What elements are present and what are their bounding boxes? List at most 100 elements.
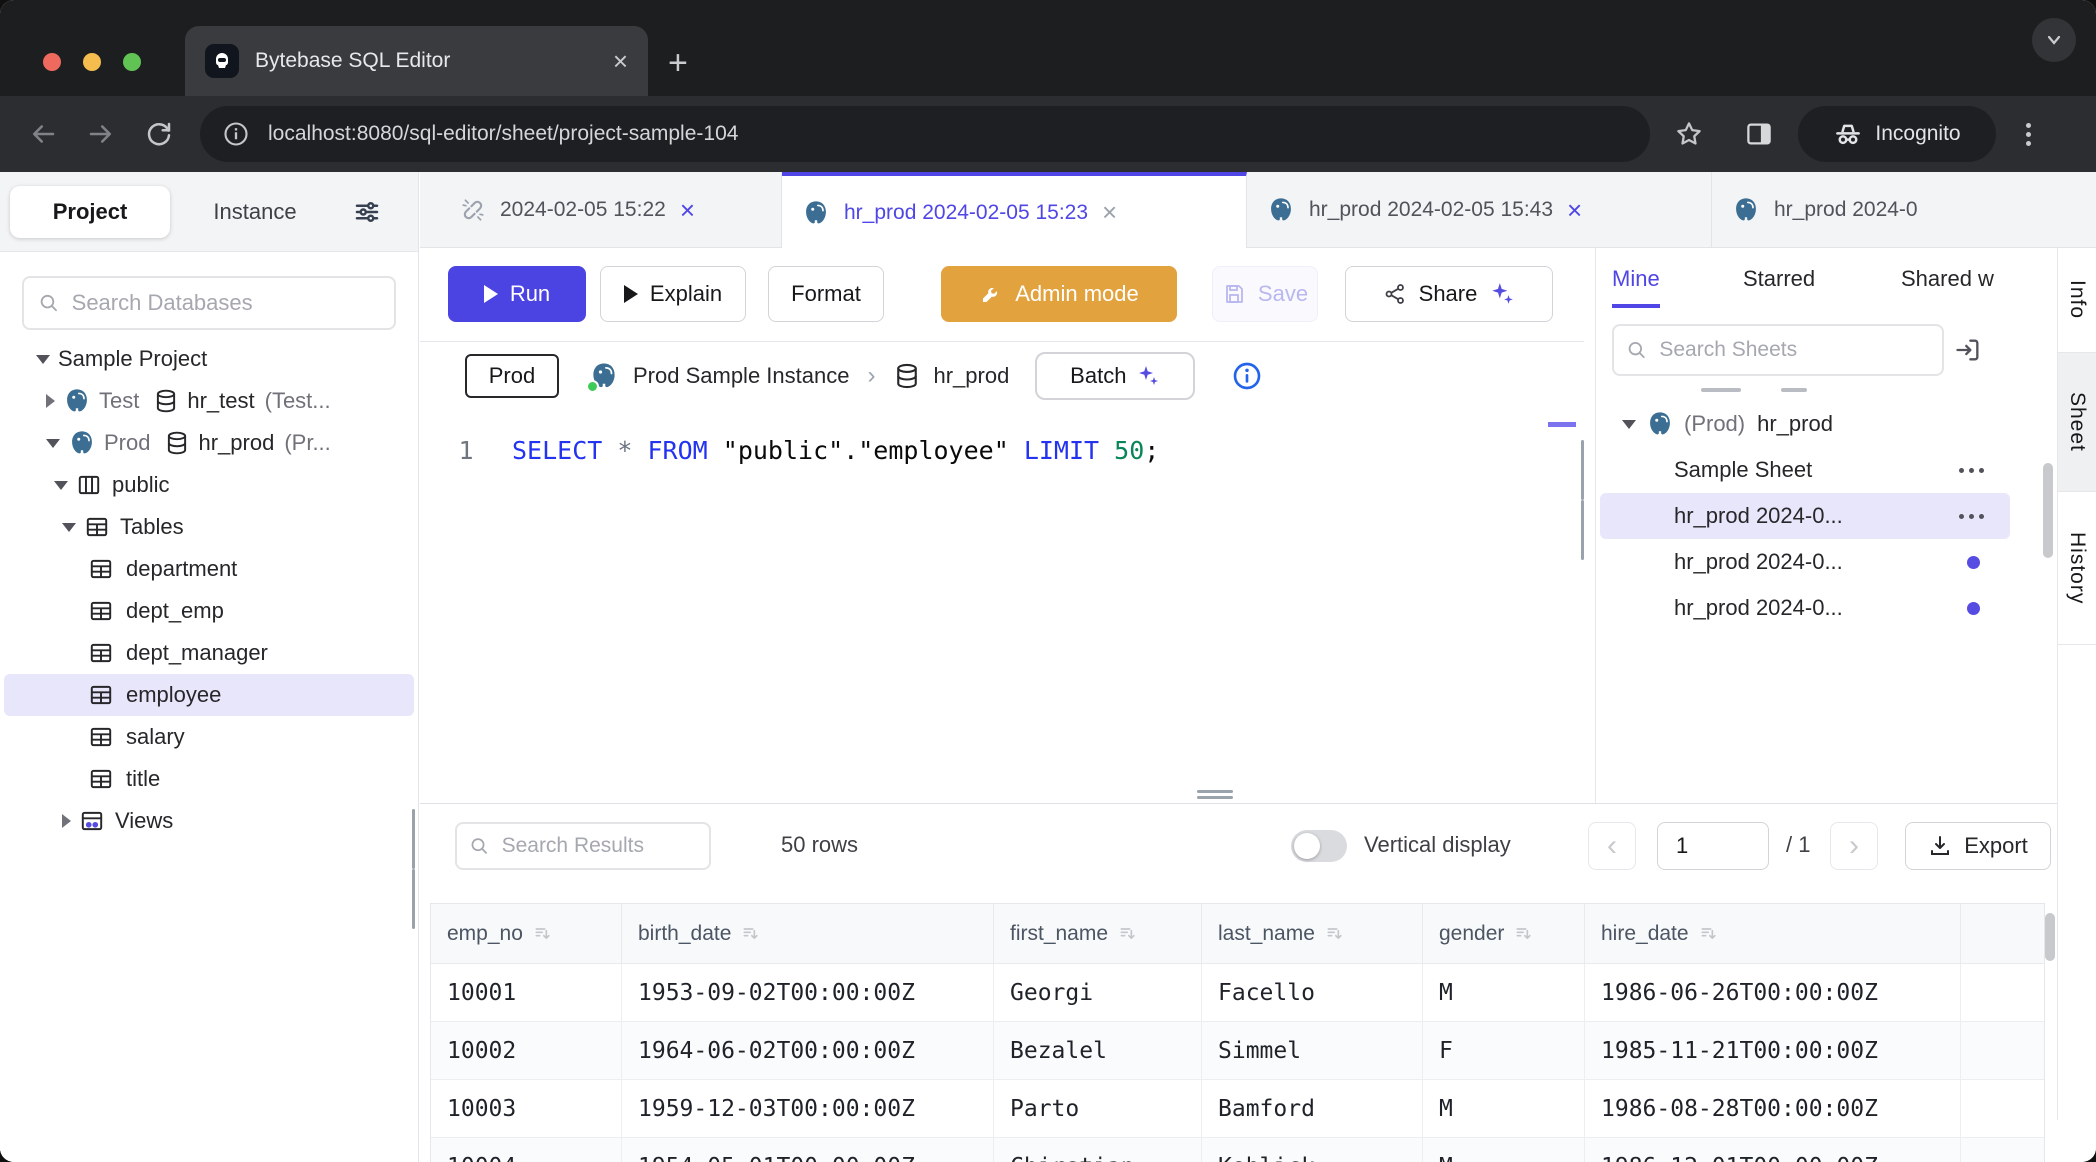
browser-tab[interactable]: Bytebase SQL Editor × (185, 26, 648, 96)
page-number-input[interactable] (1657, 822, 1769, 870)
caret-down-icon[interactable] (46, 439, 60, 448)
caret-right-icon[interactable] (62, 814, 71, 828)
table-cell[interactable]: 1953-09-02T00:00:00Z (622, 964, 994, 1022)
tree-item-table[interactable]: department (0, 548, 418, 590)
filter-sliders-icon[interactable] (352, 197, 382, 227)
column-header[interactable]: emp_no (431, 904, 622, 964)
caret-down-icon[interactable] (54, 481, 68, 490)
export-button[interactable]: Export (1905, 822, 2051, 870)
tab-project[interactable]: Project (10, 186, 170, 238)
results-scrollbar[interactable] (2045, 913, 2055, 961)
sort-icon[interactable] (1325, 924, 1345, 944)
table-cell[interactable]: F (1423, 1022, 1585, 1080)
admin-mode-button[interactable]: Admin mode (941, 266, 1177, 322)
search-results-input[interactable] (502, 834, 697, 858)
sidebar-resize-handle[interactable] (412, 809, 419, 929)
sheet-item[interactable]: hr_prod 2024-0... (1600, 585, 2010, 631)
table-row[interactable]: 100011953-09-02T00:00:00ZGeorgiFacelloM1… (431, 964, 2044, 1022)
panel-resize-handle[interactable] (1581, 440, 1588, 560)
worksheet-tab[interactable]: hr_prod 2024-02-05 15:43 × (1247, 172, 1712, 248)
run-button[interactable]: Run (448, 266, 586, 322)
caret-down-icon[interactable] (36, 355, 50, 364)
tree-item-database[interactable]: Prod hr_prod (Pr... (0, 422, 418, 464)
batch-button[interactable]: Batch (1035, 352, 1195, 400)
close-worksheet-icon[interactable]: × (1567, 195, 1582, 226)
tab-sheet[interactable]: Sheet (2058, 353, 2096, 492)
table-cell[interactable]: 1986-08-28T00:00:00Z (1585, 1080, 1961, 1138)
table-cell[interactable]: 1964-06-02T00:00:00Z (622, 1022, 994, 1080)
column-header[interactable]: birth_date (622, 904, 994, 964)
side-panel-icon[interactable] (1744, 119, 1774, 149)
search-databases-input[interactable] (72, 290, 380, 316)
table-cell[interactable]: 1959-12-03T00:00:00Z (622, 1080, 994, 1138)
table-cell[interactable]: 1986-12-01T00:00:00Z (1585, 1138, 1961, 1162)
forward-icon[interactable] (86, 119, 116, 149)
close-worksheet-icon[interactable]: × (680, 195, 695, 226)
url-bar[interactable]: localhost:8080/sql-editor/sheet/project-… (200, 106, 1650, 162)
tree-item-schema[interactable]: public (0, 464, 418, 506)
column-header[interactable]: last_name (1202, 904, 1423, 964)
tab-info[interactable]: Info (2058, 248, 2096, 353)
results-search[interactable] (455, 822, 711, 870)
table-row[interactable]: 100031959-12-03T00:00:00ZPartoBamfordM19… (431, 1080, 2044, 1138)
results-resize-handle[interactable] (1197, 790, 1233, 802)
close-tab-icon[interactable]: × (613, 48, 628, 74)
worksheet-tab-active[interactable]: hr_prod 2024-02-05 15:23 × (782, 172, 1247, 249)
sort-icon[interactable] (1699, 924, 1719, 944)
instance-name[interactable]: Prod Sample Instance (633, 363, 849, 389)
database-name[interactable]: hr_prod (933, 363, 1009, 389)
caret-down-icon[interactable] (1622, 420, 1636, 429)
import-sheet-icon[interactable] (1954, 336, 1982, 364)
table-cell[interactable]: 1986-06-26T00:00:00Z (1585, 964, 1961, 1022)
table-cell[interactable]: 1985-11-21T00:00:00Z (1585, 1022, 1961, 1080)
table-cell[interactable]: Georgi (994, 964, 1202, 1022)
site-info-icon[interactable] (222, 120, 250, 148)
tab-mine[interactable]: Mine (1612, 266, 1660, 308)
share-button[interactable]: Share (1345, 266, 1553, 322)
sheet-item[interactable]: hr_prod 2024-0... (1600, 539, 2010, 585)
tree-item-table[interactable]: dept_emp (0, 590, 418, 632)
format-button[interactable]: Format (768, 266, 884, 322)
tree-item-table[interactable]: salary (0, 716, 418, 758)
tree-item-table[interactable]: title (0, 758, 418, 800)
sheet-menu-icon[interactable] (1959, 514, 1984, 519)
editor-minimap[interactable] (1548, 410, 1578, 610)
bookmark-star-icon[interactable] (1674, 119, 1704, 149)
tree-item-project[interactable]: Sample Project (0, 338, 418, 380)
table-cell[interactable]: M (1423, 1080, 1585, 1138)
tab-history[interactable]: History (2058, 492, 2096, 645)
new-tab-button[interactable]: + (668, 44, 688, 83)
sheet-menu-icon[interactable] (1959, 468, 1984, 473)
tab-instance[interactable]: Instance (170, 199, 340, 225)
back-icon[interactable] (28, 119, 58, 149)
table-cell[interactable]: Chirstian (994, 1138, 1202, 1162)
tree-item-table-selected[interactable]: employee (4, 674, 414, 716)
database-search[interactable] (22, 276, 396, 330)
table-cell[interactable]: Facello (1202, 964, 1423, 1022)
next-page-button[interactable]: › (1830, 822, 1878, 870)
table-cell[interactable]: Koblick (1202, 1138, 1423, 1162)
sort-icon[interactable] (533, 924, 553, 944)
search-sheets-input[interactable] (1659, 338, 1930, 362)
tree-item-views-group[interactable]: Views (0, 800, 418, 842)
sql-editor[interactable]: 1 SELECT * FROM "public"."employee" LIMI… (420, 410, 1584, 803)
sheet-item-selected[interactable]: hr_prod 2024-0... (1600, 493, 2010, 539)
sort-icon[interactable] (741, 924, 761, 944)
table-cell[interactable]: 10002 (431, 1022, 622, 1080)
table-cell[interactable]: Bamford (1202, 1080, 1423, 1138)
table-cell[interactable]: 10003 (431, 1080, 622, 1138)
table-row[interactable]: 100041954-05-01T00:00:00ZChirstianKoblic… (431, 1138, 2044, 1162)
sheet-scrollbar[interactable] (2043, 463, 2053, 558)
sort-icon[interactable] (1118, 924, 1138, 944)
tab-search-chevron-button[interactable] (2032, 18, 2076, 62)
reload-icon[interactable] (144, 119, 174, 149)
tree-item-database[interactable]: Test hr_test (Test... (0, 380, 418, 422)
tab-shared[interactable]: Shared w (1901, 266, 1994, 292)
table-cell[interactable]: Parto (994, 1080, 1202, 1138)
table-cell[interactable]: Simmel (1202, 1022, 1423, 1080)
table-cell[interactable]: 1954-05-01T00:00:00Z (622, 1138, 994, 1162)
table-row[interactable]: 100021964-06-02T00:00:00ZBezalelSimmelF1… (431, 1022, 2044, 1080)
sheet-search[interactable] (1612, 324, 1944, 376)
caret-down-icon[interactable] (62, 523, 76, 532)
worksheet-tab[interactable]: 2024-02-05 15:22 × (440, 172, 782, 248)
